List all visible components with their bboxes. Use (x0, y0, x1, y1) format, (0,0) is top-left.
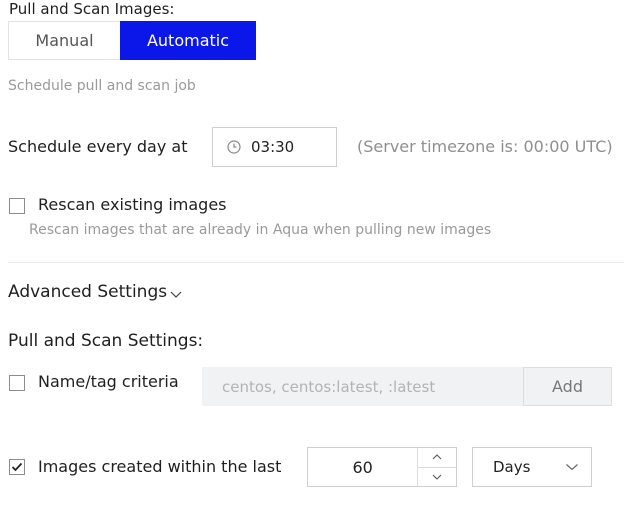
name-tag-input[interactable]: centos, centos:latest, :latest (202, 367, 523, 406)
rescan-checkbox[interactable] (9, 198, 25, 214)
clock-icon (227, 140, 241, 154)
stepper-decrement-button[interactable] (418, 468, 456, 487)
advanced-settings-label: Advanced Settings (8, 282, 168, 302)
chevron-down-icon (170, 291, 182, 298)
name-tag-label: Name/tag criteria (38, 372, 179, 391)
unit-select-value: Days (493, 458, 531, 476)
rescan-label: Rescan existing images (38, 195, 227, 214)
pull-scan-title: Pull and Scan Images: (9, 0, 175, 18)
created-within-checkbox[interactable] (9, 459, 25, 475)
name-tag-checkbox[interactable] (9, 375, 25, 391)
stepper-arrows (417, 448, 456, 486)
unit-select[interactable]: Days (472, 447, 592, 487)
section-divider (8, 262, 624, 263)
add-tag-button[interactable]: Add (523, 367, 612, 406)
schedule-label: Schedule every day at (8, 137, 188, 156)
schedule-subtitle: Schedule pull and scan job (8, 78, 196, 94)
timezone-note: (Server timezone is: 00:00 UTC) (357, 137, 613, 156)
created-within-label: Images created within the last (38, 457, 282, 476)
check-icon (11, 462, 23, 472)
advanced-settings-toggle[interactable]: Advanced Settings (8, 282, 183, 302)
schedule-time-value: 03:30 (251, 138, 295, 156)
automatic-mode-button[interactable]: Automatic (120, 21, 256, 60)
chevron-down-icon (566, 464, 578, 471)
days-stepper-value[interactable]: 60 (308, 448, 417, 486)
manual-mode-button[interactable]: Manual (8, 21, 120, 60)
chevron-down-icon (432, 474, 442, 480)
days-stepper[interactable]: 60 (307, 447, 457, 487)
schedule-time-input[interactable]: 03:30 (212, 127, 337, 167)
rescan-description: Rescan images that are already in Aqua w… (29, 222, 492, 238)
pull-scan-settings-title: Pull and Scan Settings: (8, 331, 204, 351)
chevron-up-icon (432, 454, 442, 460)
mode-toggle: Manual Automatic (8, 21, 256, 60)
stepper-increment-button[interactable] (418, 448, 456, 468)
